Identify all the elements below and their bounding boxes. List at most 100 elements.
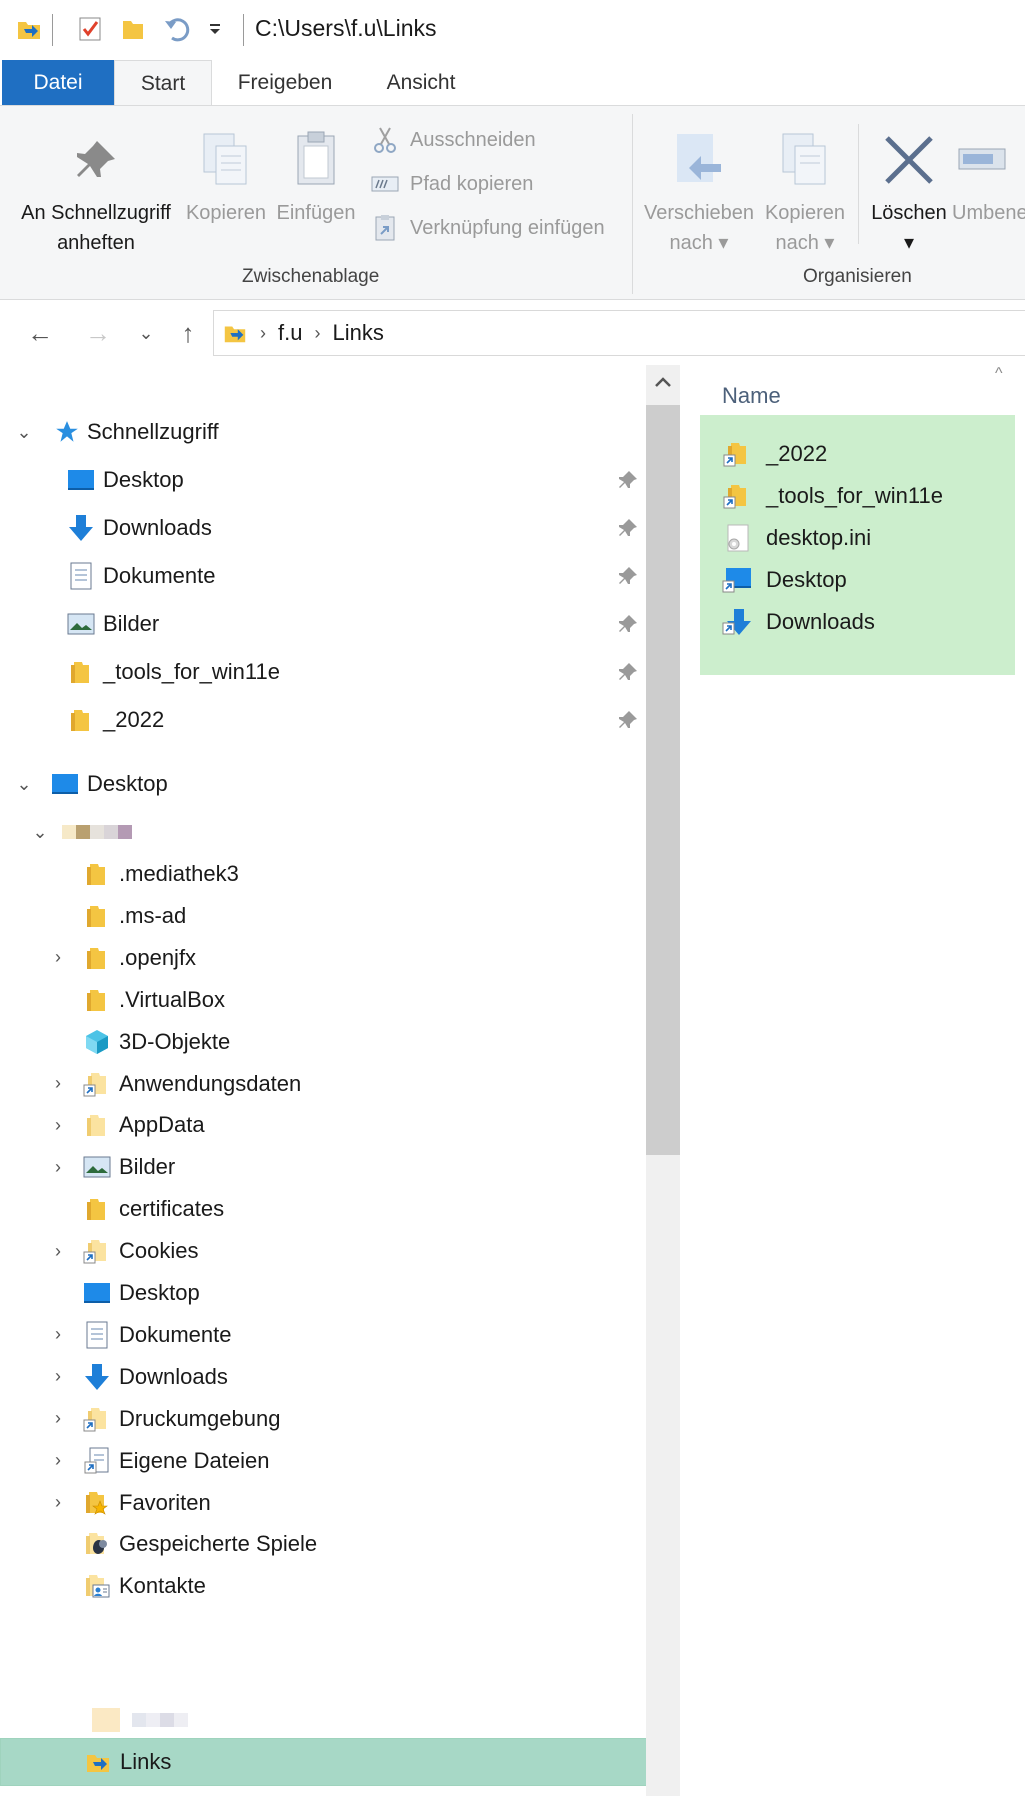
back-arrow-icon[interactable]: ← (22, 315, 58, 351)
chevron-right-icon[interactable]: › (48, 1241, 68, 1261)
breadcrumb-chevron-icon[interactable]: › (260, 323, 266, 344)
scroll-thumb[interactable] (646, 405, 680, 1155)
nav-item-kontakte[interactable]: Kontakte (0, 1562, 650, 1610)
file-row[interactable]: Downloads (722, 602, 875, 642)
nav-item-cookies[interactable]: › Cookies (0, 1227, 650, 1275)
nav-item-eigene-dateien[interactable]: › Eigene Dateien (0, 1437, 650, 1485)
nav-label: _2022 (103, 707, 165, 732)
breadcrumb-f-u[interactable]: f.u (278, 320, 302, 346)
undo-icon[interactable] (162, 14, 192, 44)
nav-quick-documents[interactable]: Dokumente (0, 552, 650, 600)
nav-quick-desktop[interactable]: Desktop (0, 456, 650, 504)
delete-button[interactable]: Löschen ▾ (866, 124, 952, 258)
tab-view[interactable]: Ansicht (370, 60, 472, 106)
breadcrumb-links[interactable]: Links (332, 320, 383, 346)
nav-scrollbar[interactable] (646, 365, 680, 1796)
tab-share[interactable]: Freigeben (225, 60, 345, 106)
chevron-down-icon[interactable]: ⌄ (14, 422, 34, 442)
breadcrumb-chevron-icon[interactable]: › (314, 323, 320, 344)
paste-shortcut-button[interactable]: Verknüpfung einfügen (370, 208, 605, 248)
nav-label: Desktop (119, 1280, 200, 1305)
chevron-right-icon[interactable]: › (48, 1408, 68, 1429)
forward-arrow-icon[interactable]: → (80, 315, 116, 351)
nav-item-ms-ad[interactable]: .ms-ad (0, 892, 650, 940)
copy-button[interactable]: Kopieren (183, 124, 269, 228)
nav-item-bilder[interactable]: › Bilder (0, 1143, 650, 1191)
file-name: desktop.ini (766, 525, 872, 550)
new-folder-icon[interactable] (118, 14, 148, 44)
customize-qat-icon[interactable] (200, 14, 230, 44)
chevron-right-icon[interactable]: › (48, 1324, 68, 1345)
nav-quick-downloads[interactable]: Downloads (0, 504, 650, 552)
nav-item-mediathek3[interactable]: .mediathek3 (0, 850, 650, 898)
column-header-name[interactable]: Name (722, 383, 781, 409)
nav-item-virtualbox[interactable]: .VirtualBox (0, 976, 650, 1024)
ribbon: An Schnellzugriff anheften Kopieren Einf… (0, 105, 1025, 300)
file-row[interactable]: _tools_for_win11e (722, 476, 943, 516)
delete-label: Löschen (871, 202, 947, 224)
folder-shortcut-icon (82, 1236, 112, 1266)
tab-file[interactable]: Datei (2, 60, 114, 106)
nav-user-folder[interactable]: ⌄ (0, 808, 650, 856)
rename-icon (952, 124, 1012, 196)
nav-item-dokumente[interactable]: › Dokumente (0, 1311, 650, 1359)
chevron-right-icon[interactable]: › (48, 947, 68, 968)
nav-quick-access[interactable]: ⌄ Schnellzugriff (0, 408, 650, 456)
file-row[interactable]: desktop.ini (722, 518, 871, 558)
scroll-up-arrow-icon[interactable] (646, 365, 680, 399)
nav-item-certificates[interactable]: certificates (0, 1185, 650, 1233)
nav-item-gespeicherte-spiele[interactable]: Gespeicherte Spiele (0, 1520, 650, 1568)
nav-label: Desktop (103, 467, 184, 492)
nav-item-favoriten[interactable]: › Favoriten (0, 1479, 650, 1527)
nav-label: Downloads (103, 515, 212, 540)
pin-icon[interactable] (615, 467, 641, 493)
pin-icon[interactable] (615, 707, 641, 733)
nav-quick-tools[interactable]: _tools_for_win11e (0, 648, 650, 696)
rename-button[interactable]: Umbenen (952, 124, 1025, 228)
folder-shortcut-icon[interactable] (14, 14, 44, 44)
nav-item-desktop[interactable]: Desktop (0, 1269, 650, 1317)
pin-icon[interactable] (615, 563, 641, 589)
nav-item-downloads[interactable]: › Downloads (0, 1353, 650, 1401)
pin-icon[interactable] (615, 515, 641, 541)
chevron-right-icon[interactable]: › (48, 1157, 68, 1177)
nav-quick-2022[interactable]: _2022 (0, 696, 650, 744)
pin-quick-access-button[interactable]: An Schnellzugriff anheften (14, 124, 178, 258)
star-icon (52, 417, 82, 447)
chevron-down-icon[interactable]: ⌄ (14, 774, 34, 794)
pin-icon[interactable] (615, 611, 641, 637)
chevron-right-icon[interactable]: › (48, 1366, 68, 1387)
chevron-down-icon[interactable]: ⌄ (30, 822, 50, 842)
chevron-right-icon[interactable]: › (48, 1073, 68, 1094)
file-row[interactable]: _2022 (722, 434, 827, 474)
nav-quick-pictures[interactable]: Bilder (0, 600, 650, 648)
up-arrow-icon[interactable]: ↑ (170, 315, 206, 351)
chevron-right-icon[interactable]: › (48, 1450, 68, 1471)
nav-item-anwendungsdaten[interactable]: › Anwendungsdaten (0, 1060, 650, 1108)
file-row[interactable]: Desktop (722, 560, 847, 600)
nav-item-openjfx[interactable]: › .openjfx (0, 934, 650, 982)
nav-item-druckumgebung[interactable]: › Druckumgebung (0, 1395, 650, 1443)
pin-icon[interactable] (615, 659, 641, 685)
nav-item-3d-objekte[interactable]: 3D-Objekte (0, 1018, 650, 1066)
copy-path-button[interactable]: Pfad kopieren (370, 164, 533, 204)
pictures-icon (82, 1152, 112, 1182)
chevron-right-icon[interactable]: › (48, 1492, 68, 1513)
move-to-button[interactable]: Verschieben nach ▾ (640, 124, 758, 258)
nav-blurred-item[interactable] (0, 1696, 650, 1744)
tab-start[interactable]: Start (114, 60, 212, 106)
nav-item-appdata[interactable]: › AppData (0, 1101, 650, 1149)
nav-desktop[interactable]: ⌄ Desktop (0, 760, 650, 808)
address-bar[interactable]: › f.u › Links (213, 310, 1025, 356)
blurred-icon (80, 1705, 200, 1735)
paste-button[interactable]: Einfügen (273, 124, 359, 228)
cut-button[interactable]: Ausschneiden (370, 120, 536, 160)
nav-label: certificates (119, 1196, 225, 1222)
recent-locations-chevron-icon[interactable]: ⌄ (128, 315, 164, 351)
nav-links-selected[interactable]: Links (0, 1738, 650, 1786)
chevron-right-icon[interactable]: › (48, 1115, 68, 1135)
copy-to-button[interactable]: Kopieren nach ▾ (758, 124, 852, 258)
properties-icon[interactable] (75, 14, 105, 44)
separator (52, 14, 53, 46)
delete-dropdown-icon[interactable]: ▾ (904, 228, 914, 258)
